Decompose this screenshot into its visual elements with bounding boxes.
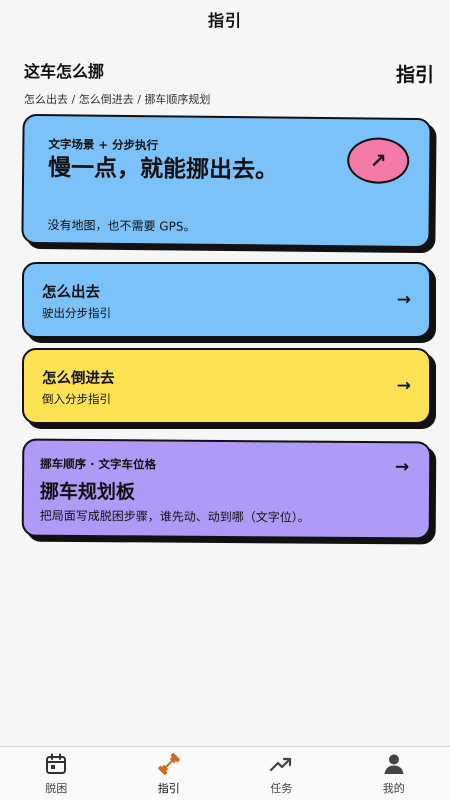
topbar-title: 指引	[207, 11, 242, 30]
page-header: 这车怎么挪 指引 怎么出去 / 怎么倒进去 / 挪车顺序规划	[24, 58, 434, 107]
tab-profile[interactable]: 我的	[344, 751, 444, 796]
planner-title: 挪车规划板	[39, 480, 136, 504]
exit-guide-title: 怎么出去	[42, 285, 100, 301]
reverse-guide-card[interactable]: 怎么倒进去 倒入分步指引 →	[22, 348, 431, 424]
trend-up-icon	[270, 757, 292, 772]
planner-subtitle: 把局面写成脱困步骤，谁先动、动到哪（文字位）。	[39, 508, 310, 525]
user-icon	[384, 754, 404, 774]
tab-label: 脱困	[45, 782, 68, 795]
arrow-right-icon: →	[394, 457, 410, 478]
page-title: 这车怎么挪	[24, 62, 105, 81]
planner-card[interactable]: 挪车顺序 · 文字车位格 挪车规划板 把局面写成脱困步骤，谁先动、动到哪（文字位…	[21, 438, 432, 540]
planner-kicker: 挪车顺序 · 文字车位格	[40, 456, 157, 472]
hero-subtitle: 没有地图，也不需要 GPS。	[47, 218, 196, 234]
arrow-up-right-icon[interactable]: ↗	[346, 137, 410, 184]
page-badge: 指引	[395, 64, 434, 86]
tab-label: 我的	[382, 782, 405, 795]
tab-label: 任务	[270, 782, 293, 795]
breadcrumb: 怎么出去 / 怎么倒进去 / 挪车顺序规划	[24, 93, 211, 106]
app-root: 指引 这车怎么挪 指引 怎么出去 / 怎么倒进去 / 挪车顺序规划 文字场景 +…	[0, 0, 450, 800]
hero-kicker: 文字场景 + 分步执行	[48, 137, 159, 153]
arrow-right-icon: →	[396, 376, 411, 396]
dumbbell-icon	[157, 753, 180, 775]
tab-label: 指引	[157, 782, 180, 795]
tab-escape[interactable]: 脱困	[6, 751, 106, 796]
hero-title: 慢一点，就能挪出去。	[47, 155, 279, 184]
top-bar: 指引	[0, 0, 450, 38]
tab-guide[interactable]: 指引	[119, 751, 219, 796]
bottom-tab-bar: 脱困 指引 任务 我的	[0, 746, 450, 800]
arrow-right-icon: →	[396, 290, 411, 310]
reverse-guide-subtitle: 倒入分步指引	[42, 392, 111, 406]
exit-guide-subtitle: 驶出分步指引	[42, 306, 111, 320]
reverse-guide-title: 怎么倒进去	[42, 371, 115, 387]
tab-tasks[interactable]: 任务	[231, 751, 331, 796]
calendar-icon	[46, 753, 67, 774]
hero-card[interactable]: 文字场景 + 分步执行 慢一点，就能挪出去。 没有地图，也不需要 GPS。 ↗	[21, 113, 432, 249]
exit-guide-card[interactable]: 怎么出去 驶出分步指引 →	[22, 262, 431, 338]
